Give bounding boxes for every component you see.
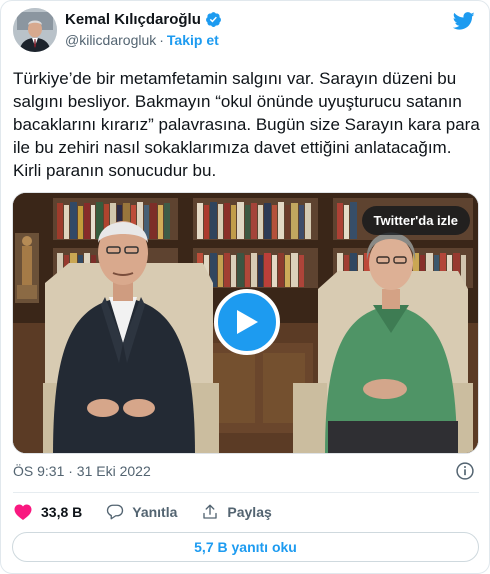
twitter-bird-icon[interactable]	[453, 10, 475, 32]
follow-button[interactable]: Takip et	[167, 32, 219, 48]
share-icon	[203, 504, 218, 519]
verified-badge-icon	[205, 12, 221, 27]
tweet-text: Türkiye’de bir metamfetamin salgını var.…	[13, 69, 480, 180]
tweet-timestamp[interactable]: ÖS 9:31 · 31 Eki 2022	[13, 463, 151, 479]
share-button[interactable]: Paylaş	[201, 503, 272, 521]
play-button[interactable]	[214, 289, 280, 355]
like-button[interactable]: 33,8 B	[13, 502, 82, 522]
share-label: Paylaş	[227, 504, 272, 520]
tweet-card: Kemal Kılıçdaroğlu @kilicdarogluk · Taki…	[0, 0, 490, 574]
avatar[interactable]	[13, 8, 57, 52]
author-name[interactable]: Kemal Kılıçdaroğlu	[65, 11, 201, 28]
divider	[13, 492, 479, 493]
info-icon[interactable]	[455, 461, 475, 481]
reply-button[interactable]: Yanıtla	[106, 503, 177, 521]
action-bar: 33,8 B Yanıtla Paylaş	[13, 499, 272, 525]
like-count: 33,8 B	[41, 504, 83, 520]
handle-separator: ·	[159, 32, 164, 48]
play-icon	[237, 310, 258, 334]
author-handle[interactable]: @kilicdarogluk	[65, 32, 156, 48]
reply-label: Yanıtla	[132, 504, 178, 520]
heart-icon	[14, 504, 32, 520]
video-player[interactable]: Twitter'da izle	[12, 192, 479, 454]
read-replies-button[interactable]: 5,7 B yanıtı oku	[12, 532, 479, 562]
reply-icon	[107, 504, 124, 520]
watch-on-twitter-button[interactable]: Twitter'da izle	[361, 206, 470, 235]
